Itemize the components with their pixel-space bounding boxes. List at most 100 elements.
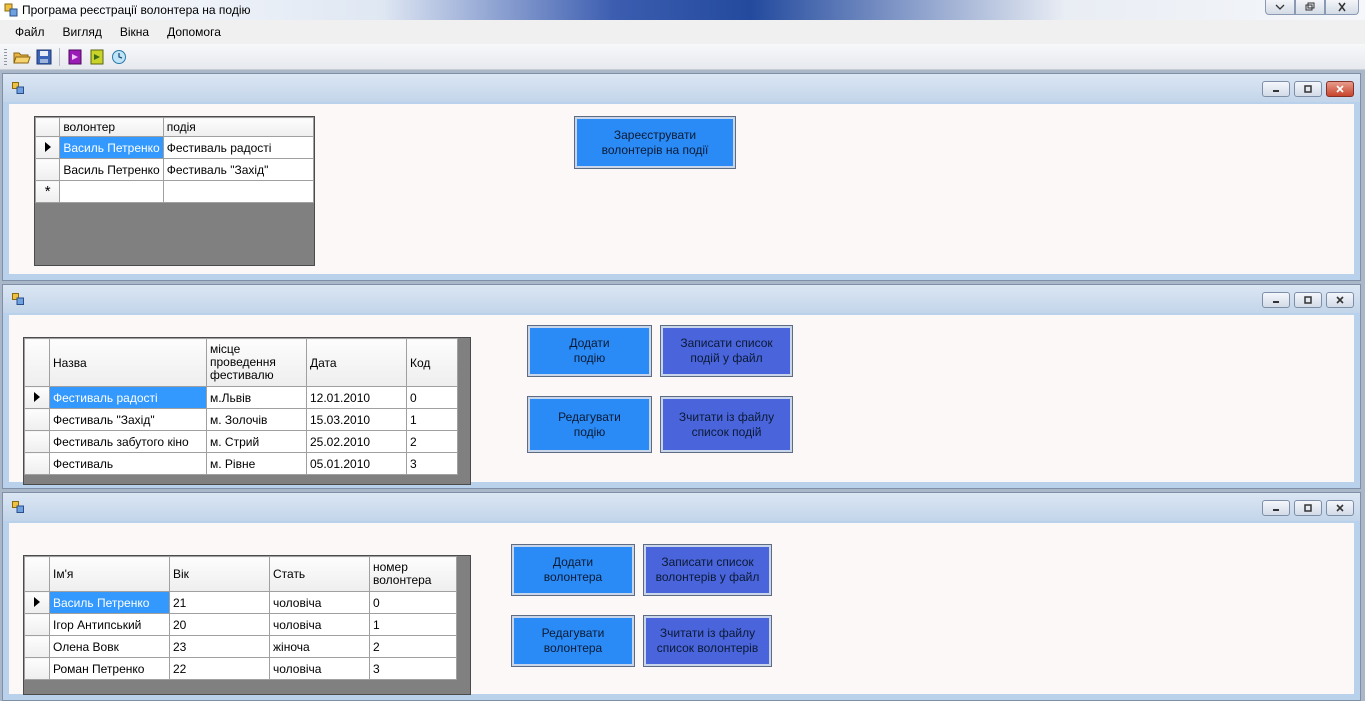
table-cell[interactable]: Фестиваль радості: [49, 386, 207, 409]
table-cell[interactable]: Фестиваль радості: [162, 136, 314, 159]
child-minimize-button[interactable]: [1262, 81, 1290, 97]
minimize-button[interactable]: [1265, 0, 1295, 15]
row-header[interactable]: [24, 408, 50, 431]
row-header[interactable]: [24, 591, 50, 614]
row-header[interactable]: [24, 635, 50, 658]
registration-window-button[interactable]: [108, 46, 130, 68]
column-header[interactable]: Стать: [269, 556, 370, 592]
table-cell[interactable]: Василь Петренко: [49, 591, 170, 614]
child-close-button[interactable]: [1326, 292, 1354, 308]
table-cell[interactable]: чоловіча: [269, 613, 370, 636]
table-cell[interactable]: Фестиваль забутого кіно: [49, 430, 207, 453]
save-volunteers-to-file-button[interactable]: Записати список волонтерів у файл: [643, 544, 772, 596]
new-row[interactable]: *: [35, 180, 314, 203]
row-header[interactable]: [24, 386, 50, 409]
table-cell[interactable]: чоловіча: [269, 591, 370, 614]
grid-corner-header[interactable]: [24, 556, 50, 592]
table-cell[interactable]: Ігор Антипський: [49, 613, 170, 636]
table-cell[interactable]: 0: [406, 386, 458, 409]
load-events-from-file-button[interactable]: Зчитати із файлу список подій: [660, 396, 793, 453]
save-events-to-file-button[interactable]: Записати список подій у файл: [660, 325, 793, 377]
column-header[interactable]: волонтер: [59, 117, 164, 137]
events-grid[interactable]: Назва місце проведення фестивалю Дата Ко…: [23, 337, 471, 485]
table-cell[interactable]: чоловіча: [269, 657, 370, 680]
table-cell[interactable]: м. Золочів: [206, 408, 307, 431]
table-cell[interactable]: 2: [369, 635, 457, 658]
table-cell[interactable]: Фестиваль "Захід": [49, 408, 207, 431]
table-row[interactable]: Фестиваль забутого кіно м. Стрий 25.02.2…: [24, 430, 458, 453]
column-header[interactable]: Код: [406, 338, 458, 387]
table-cell[interactable]: м.Львів: [206, 386, 307, 409]
row-header[interactable]: [24, 657, 50, 680]
table-cell[interactable]: Фестиваль: [49, 452, 207, 475]
toolbar-grip-icon[interactable]: [4, 48, 7, 65]
child-maximize-button[interactable]: [1294, 292, 1322, 308]
events-window-button[interactable]: [64, 46, 86, 68]
register-volunteers-button[interactable]: Зареєструвати волонтерів на події: [574, 116, 736, 169]
table-cell[interactable]: 12.01.2010: [306, 386, 407, 409]
table-row[interactable]: Олена Вовк 23 жіноча 2: [24, 635, 457, 658]
open-button[interactable]: [11, 46, 33, 68]
table-row[interactable]: Фестиваль м. Рівне 05.01.2010 3: [24, 452, 458, 475]
table-cell[interactable]: 1: [369, 613, 457, 636]
table-cell[interactable]: 15.03.2010: [306, 408, 407, 431]
menu-help[interactable]: Допомога: [158, 25, 230, 39]
table-cell[interactable]: жіноча: [269, 635, 370, 658]
column-header[interactable]: Вік: [169, 556, 270, 592]
table-cell[interactable]: Роман Петренко: [49, 657, 170, 680]
edit-event-button[interactable]: Редагувати подію: [527, 396, 652, 453]
table-cell[interactable]: Василь Петренко: [59, 136, 164, 159]
column-header[interactable]: місце проведення фестивалю: [206, 338, 307, 387]
edit-volunteer-button[interactable]: Редагувати волонтера: [511, 615, 635, 667]
child-close-button[interactable]: [1326, 500, 1354, 516]
table-cell[interactable]: 05.01.2010: [306, 452, 407, 475]
table-row[interactable]: Ігор Антипський 20 чоловіча 1: [24, 613, 457, 636]
table-cell[interactable]: 3: [406, 452, 458, 475]
column-header[interactable]: подія: [162, 117, 314, 137]
row-header[interactable]: [24, 613, 50, 636]
row-header[interactable]: [35, 158, 61, 181]
table-row[interactable]: Фестиваль "Захід" м. Золочів 15.03.2010 …: [24, 408, 458, 431]
child-maximize-button[interactable]: [1294, 81, 1322, 97]
menu-view[interactable]: Вигляд: [54, 25, 111, 39]
load-volunteers-from-file-button[interactable]: Зчитати із файлу список волонтерів: [643, 615, 772, 667]
table-cell[interactable]: [59, 180, 164, 203]
child-maximize-button[interactable]: [1294, 500, 1322, 516]
table-cell[interactable]: 2: [406, 430, 458, 453]
volunteers-grid[interactable]: Ім'я Вік Стать номер волонтера Василь Пе…: [23, 555, 471, 695]
table-row[interactable]: Василь Петренко 21 чоловіча 0: [24, 591, 457, 614]
table-cell[interactable]: 25.02.2010: [306, 430, 407, 453]
table-cell[interactable]: Василь Петренко: [59, 158, 164, 181]
row-header[interactable]: [35, 136, 61, 159]
registration-grid[interactable]: волонтер подія Василь Петренко Фестиваль…: [34, 116, 315, 266]
table-cell[interactable]: [162, 180, 314, 203]
close-button[interactable]: [1325, 0, 1359, 15]
table-cell[interactable]: 20: [169, 613, 270, 636]
child-minimize-button[interactable]: [1262, 292, 1290, 308]
column-header[interactable]: номер волонтера: [369, 556, 457, 592]
volunteers-window-button[interactable]: [86, 46, 108, 68]
column-header[interactable]: Ім'я: [49, 556, 170, 592]
column-header[interactable]: Дата: [306, 338, 407, 387]
table-cell[interactable]: м. Стрий: [206, 430, 307, 453]
row-header[interactable]: [24, 452, 50, 475]
child-minimize-button[interactable]: [1262, 500, 1290, 516]
add-event-button[interactable]: Додати подію: [527, 325, 652, 377]
table-cell[interactable]: 21: [169, 591, 270, 614]
menu-file[interactable]: Файл: [6, 25, 54, 39]
table-cell[interactable]: 1: [406, 408, 458, 431]
row-header[interactable]: [24, 430, 50, 453]
table-cell[interactable]: 23: [169, 635, 270, 658]
table-cell[interactable]: 22: [169, 657, 270, 680]
save-button[interactable]: [33, 46, 55, 68]
table-row[interactable]: Василь Петренко Фестиваль радості: [35, 136, 314, 159]
table-cell[interactable]: Олена Вовк: [49, 635, 170, 658]
table-cell[interactable]: м. Рівне: [206, 452, 307, 475]
grid-corner-header[interactable]: [35, 117, 61, 137]
restore-button[interactable]: [1295, 0, 1325, 15]
table-row[interactable]: Фестиваль радості м.Львів 12.01.2010 0: [24, 386, 458, 409]
column-header[interactable]: Назва: [49, 338, 207, 387]
child-close-button[interactable]: [1326, 81, 1354, 97]
new-row-marker[interactable]: *: [35, 180, 61, 203]
table-cell[interactable]: 3: [369, 657, 457, 680]
